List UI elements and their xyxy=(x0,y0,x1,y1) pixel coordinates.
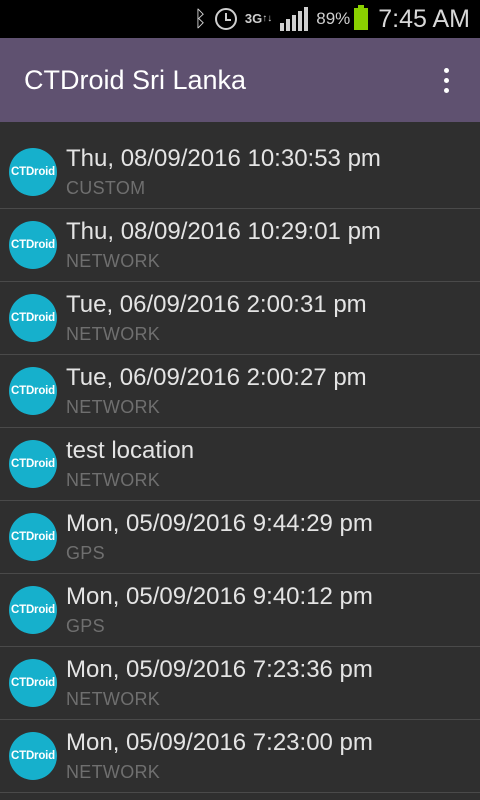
battery-percent: 89% xyxy=(316,9,351,28)
ctdroid-avatar-icon: CTDroid xyxy=(9,148,57,196)
list-item[interactable]: CTDroid Tue, 06/09/2016 2:00:31 pm NETWORK xyxy=(0,282,480,355)
list-item-title: Thu, 08/09/2016 10:29:01 pm xyxy=(66,218,381,245)
list-item-text: Mon, 05/09/2016 9:44:29 pm GPS xyxy=(66,510,373,564)
list-item[interactable]: CTDroid Mon, 05/09/2016 7:23:36 pm NETWORK xyxy=(0,647,480,720)
ctdroid-avatar-icon: CTDroid xyxy=(9,367,57,415)
list-item-title: Mon, 05/09/2016 7:23:00 pm xyxy=(66,729,373,756)
list-item-title: Mon, 05/09/2016 9:44:29 pm xyxy=(66,510,373,537)
list-item-text: Thu, 08/09/2016 10:29:01 pm NETWORK xyxy=(66,218,381,272)
list-item-text: Thu, 08/09/2016 10:30:53 pm CUSTOM xyxy=(66,145,381,199)
list-item[interactable]: CTDroid test location NETWORK xyxy=(0,428,480,501)
network-type-indicator: 3G ↑↓ xyxy=(244,11,273,26)
alarm-icon xyxy=(214,8,237,30)
list-item-title: Mon, 05/09/2016 9:40:12 pm xyxy=(66,583,373,610)
list-item[interactable]: CTDroid Mon, 05/09/2016 7:23:00 pm NETWORK xyxy=(0,720,480,793)
list-item[interactable]: CTDroid Tue, 06/09/2016 2:00:27 pm NETWORK xyxy=(0,355,480,428)
list-item-title: Mon, 05/09/2016 7:23:36 pm xyxy=(66,656,373,683)
app-bar: CTDroid Sri Lanka xyxy=(0,38,480,122)
battery-icon xyxy=(354,5,369,30)
clock: 7:45 AM xyxy=(378,4,470,33)
list-item-provider: NETWORK xyxy=(66,251,161,271)
app-title: CTDroid Sri Lanka xyxy=(24,64,247,95)
overflow-menu-icon[interactable] xyxy=(426,38,466,122)
list-item[interactable]: CTDroid Mon, 05/09/2016 9:44:29 pm GPS xyxy=(0,501,480,574)
list-item-text: Tue, 06/09/2016 2:00:27 pm NETWORK xyxy=(66,364,367,418)
signal-icon xyxy=(280,7,309,31)
list-item-title: Tue, 06/09/2016 2:00:27 pm xyxy=(66,364,367,391)
ctdroid-avatar-icon: CTDroid xyxy=(9,732,57,780)
ctdroid-avatar-icon: CTDroid xyxy=(9,440,57,488)
bluetooth-icon: ᛒ xyxy=(193,6,207,31)
ctdroid-avatar-icon: CTDroid xyxy=(9,294,57,342)
network-type-label: 3G xyxy=(244,11,263,26)
list-item-title: test location xyxy=(66,437,195,464)
list-item-text: test location NETWORK xyxy=(66,437,194,491)
list-item-text: Tue, 06/09/2016 2:00:31 pm NETWORK xyxy=(66,291,367,345)
list-item[interactable]: CTDroid Thu, 08/09/2016 10:30:53 pm CUSTOM xyxy=(0,136,480,209)
list-item-provider: GPS xyxy=(66,543,105,563)
ctdroid-avatar-icon: CTDroid xyxy=(9,513,57,561)
list-item-title: Tue, 06/09/2016 2:00:31 pm xyxy=(66,291,367,318)
list-item[interactable]: CTDroid Thu, 08/09/2016 10:29:01 pm NETWOR… xyxy=(0,209,480,282)
list-item-provider: GPS xyxy=(66,616,105,636)
ctdroid-avatar-icon: CTDroid xyxy=(9,221,57,269)
list-item-text: Mon, 05/09/2016 7:23:36 pm NETWORK xyxy=(66,656,373,710)
list-item-provider: CUSTOM xyxy=(66,178,146,198)
list-item-provider: NETWORK xyxy=(66,689,161,709)
location-list: CTDroid Thu, 08/09/2016 10:30:53 pm CUSTOM… xyxy=(0,136,480,793)
list-item-provider: NETWORK xyxy=(66,324,161,344)
list-item-title: Thu, 08/09/2016 10:30:53 pm xyxy=(66,145,381,172)
ctdroid-avatar-icon: CTDroid xyxy=(9,586,57,634)
status-bar: ᛒ 3G ↑↓ 89% 7:45 AM xyxy=(0,0,480,38)
list-item[interactable]: CTDroid Mon, 05/09/2016 9:40:12 pm GPS xyxy=(0,574,480,647)
list-item-text: Mon, 05/09/2016 7:23:00 pm NETWORK xyxy=(66,729,373,783)
list-item-text: Mon, 05/09/2016 9:40:12 pm GPS xyxy=(66,583,373,637)
list-item-provider: NETWORK xyxy=(66,397,161,417)
ctdroid-avatar-icon: CTDroid xyxy=(9,659,57,707)
list-item-provider: NETWORK xyxy=(66,762,161,782)
list-item-provider: NETWORK xyxy=(66,470,161,490)
